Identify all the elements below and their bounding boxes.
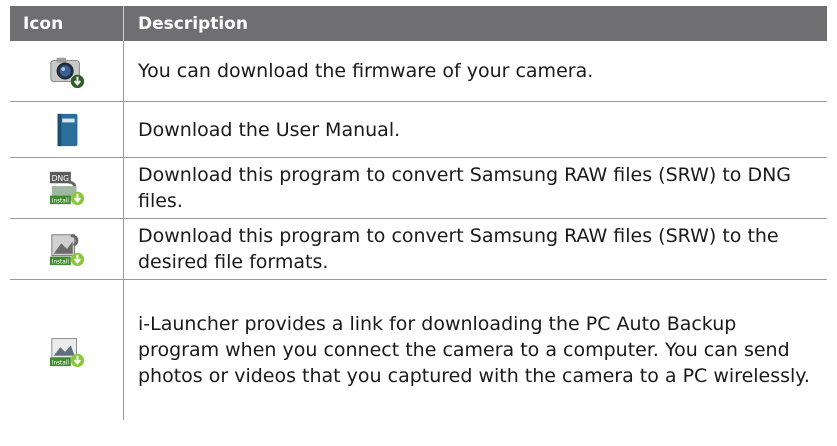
- pc-auto-backup-install-icon: Install: [49, 338, 84, 368]
- table-row: You can download the firmware of your ca…: [10, 41, 827, 102]
- table-row: Install Download this program to convert…: [10, 219, 827, 280]
- svg-text:Install: Install: [51, 198, 69, 204]
- user-manual-book-icon: [57, 113, 77, 146]
- description-cell: Download this program to convert Samsung…: [138, 164, 792, 212]
- description-cell: i-Launcher provides a link for downloadi…: [138, 313, 810, 387]
- table-row: Install i-Launcher provides a link for d…: [10, 280, 827, 420]
- description-cell: Download the User Manual.: [138, 118, 401, 141]
- icon-cell: [10, 102, 124, 157]
- icon-column-header: Icon: [10, 6, 124, 41]
- svg-text:DNG: DNG: [51, 174, 69, 183]
- table-header: Icon Description: [10, 6, 827, 41]
- svg-text:Install: Install: [51, 259, 69, 265]
- icon-cell: DNG Install: [10, 158, 124, 218]
- raw-converter-install-icon: Install: [49, 234, 84, 267]
- icon-cell: Install: [10, 219, 124, 279]
- description-cell: You can download the firmware of your ca…: [138, 60, 594, 82]
- description-column-header: Description: [138, 13, 248, 34]
- description-cell: Download this program to convert Samsung…: [138, 225, 779, 273]
- camera-firmware-download-icon: [49, 57, 84, 89]
- icon-cell: [10, 41, 124, 101]
- dng-converter-install-icon: DNG Install: [49, 171, 84, 206]
- table-row: DNG Install Download this program to con…: [10, 158, 827, 219]
- icon-cell: Install: [10, 280, 124, 420]
- svg-text:Install: Install: [51, 360, 69, 366]
- icon-description-table: Icon Description You can download the fi…: [10, 6, 827, 420]
- table-row: Download the User Manual.: [10, 102, 827, 158]
